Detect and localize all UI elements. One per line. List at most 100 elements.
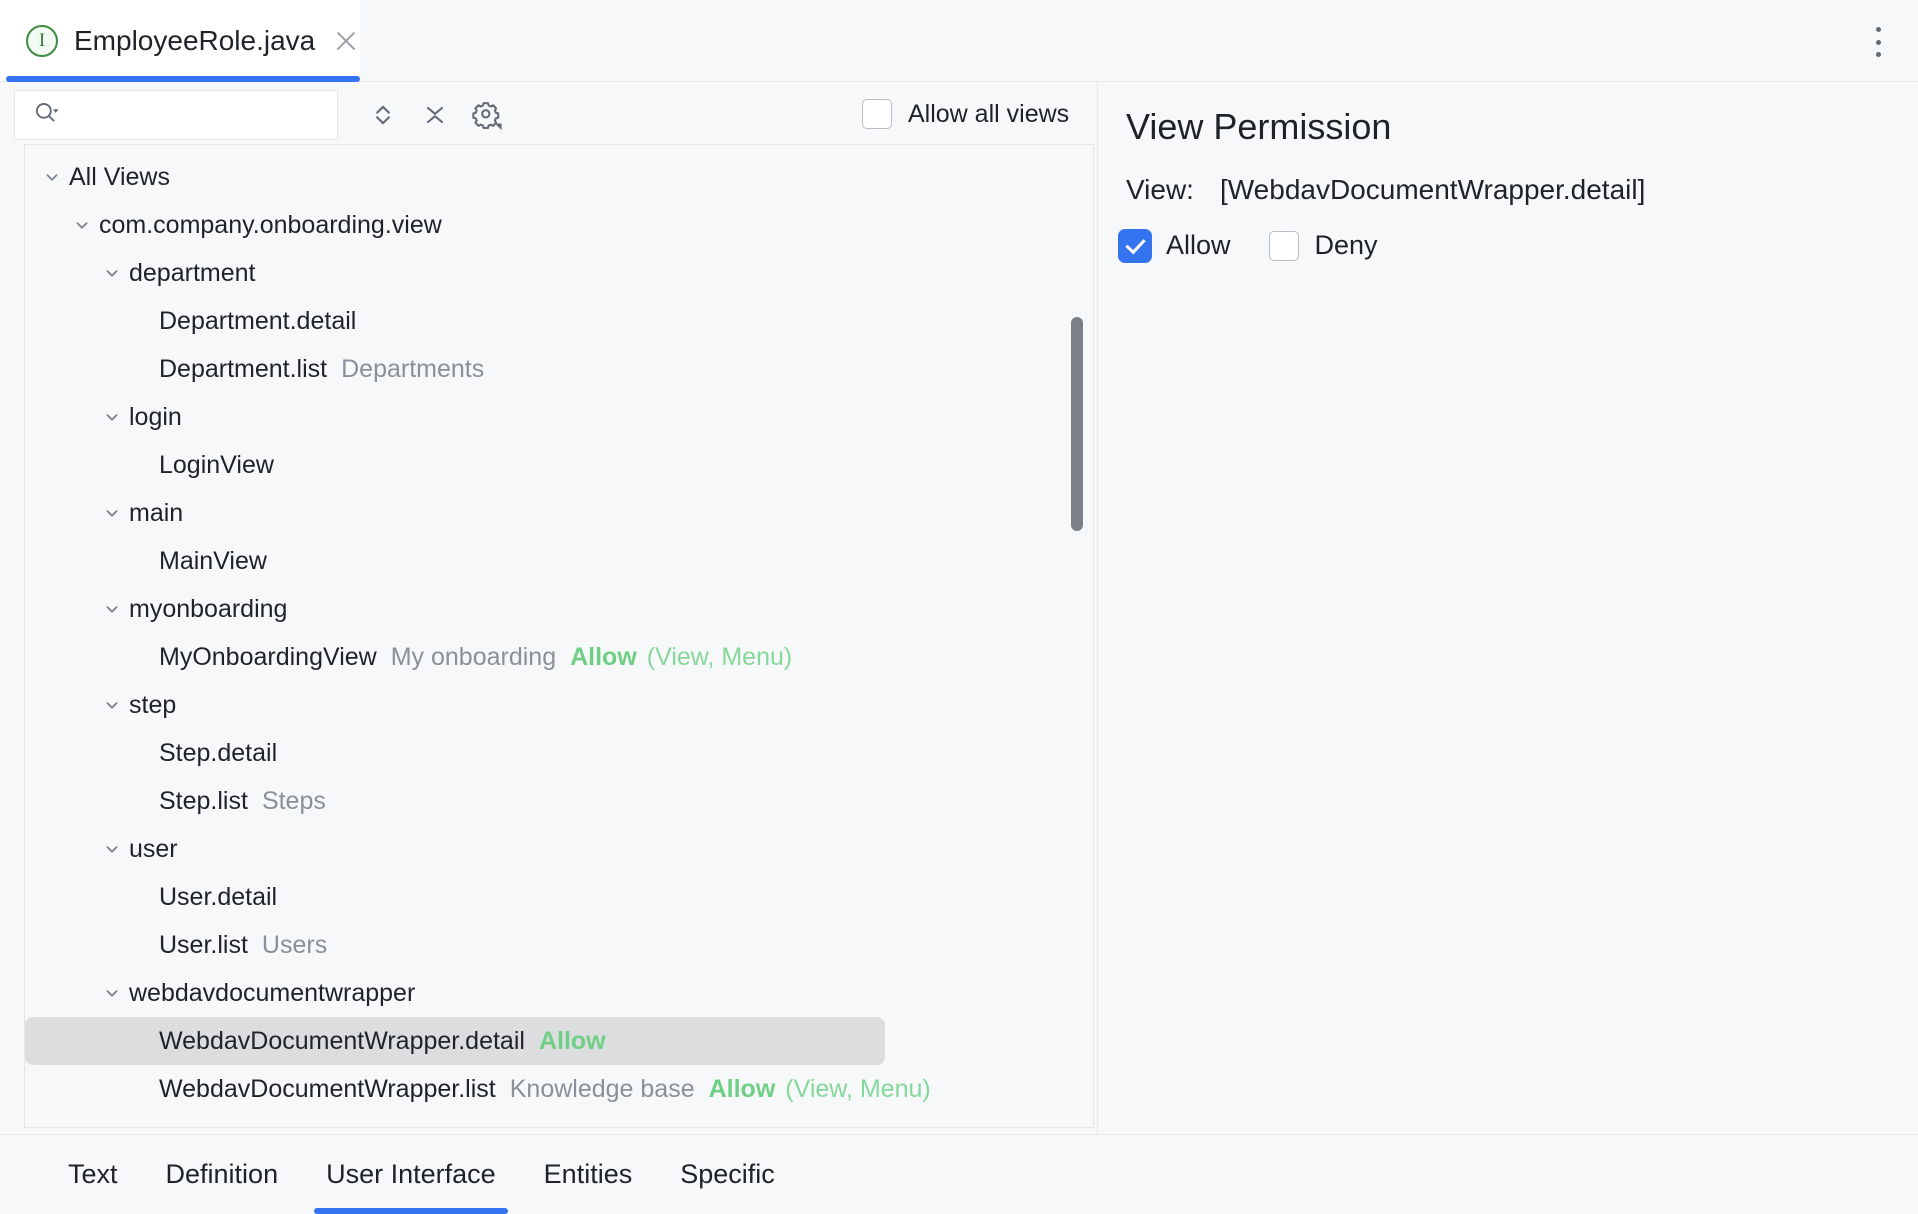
chevron-down-icon[interactable] [99,836,125,862]
tree-row-caption: Users [262,931,327,960]
tree-row-name: webdavdocumentwrapper [129,979,415,1008]
tab-definition[interactable]: Definition [142,1135,303,1214]
deny-checkbox-label: Deny [1315,230,1378,261]
allow-all-views-label: Allow all views [908,100,1069,129]
search-icon [33,100,59,131]
permission-radio-group: Allow Deny [1120,230,1378,261]
tree-row-permission: Allow [539,1027,606,1056]
tree-row[interactable]: myonboarding [25,585,1093,633]
tree-row-name: headerPropertyFilterLayout [99,1123,402,1129]
tree-scrollbar-thumb[interactable] [1071,317,1083,531]
tree-row[interactable]: User.detail [25,873,1093,921]
editor-tab-employeerole[interactable]: I EmployeeRole.java [0,0,360,81]
tree-row-selected[interactable]: WebdavDocumentWrapper.detail Allow [25,1017,885,1065]
tree-row[interactable]: step [25,681,1093,729]
tree-row-name: Step.detail [159,739,277,768]
tree-row[interactable]: Department.detail [25,297,1093,345]
tree-row-name: Department.detail [159,307,356,336]
tab-entities[interactable]: Entities [520,1135,657,1214]
tree-row-name: Step.list [159,787,248,816]
bottom-tab-bar: TextDefinitionUser InterfaceEntitiesSpec… [0,1134,1918,1214]
tree-row-name: com.company.onboarding.view [99,211,442,240]
tree-row-name: login [129,403,182,432]
view-row: View: [WebdavDocumentWrapper.detail] [1126,174,1645,206]
gear-icon[interactable] [462,90,512,140]
tree-row[interactable]: main [25,489,1093,537]
tree-row-name: step [129,691,176,720]
tree-row-name: LoginView [159,451,274,480]
tree-row-caption: Departments [341,355,484,384]
allow-all-views-checkbox[interactable]: Allow all views [862,99,1069,129]
tree-row-name: main [129,499,183,528]
tree-row-name: MyOnboardingView [159,643,377,672]
tree-row[interactable]: Step.list Steps [25,777,1093,825]
tree-row[interactable]: webdavdocumentwrapper [25,969,1093,1017]
tab-text[interactable]: Text [44,1135,142,1214]
tree-row-name: WebdavDocumentWrapper.detail [159,1027,525,1056]
tree-row[interactable]: All Views [25,153,1093,201]
tree-vertical-scrollbar[interactable] [1069,145,1085,1127]
tree-row[interactable]: User.list Users [25,921,1093,969]
tree-row-permission: Allow [570,643,637,672]
tree-row-name: Department.list [159,355,327,384]
deny-checkbox-box[interactable] [1269,231,1299,261]
chevron-down-icon[interactable] [99,404,125,430]
tree-row[interactable]: MyOnboardingView My onboarding Allow (View,… [25,633,1093,681]
tab-user-interface[interactable]: User Interface [302,1135,520,1214]
chevron-down-icon[interactable] [99,980,125,1006]
tree-row-name: MainView [159,547,267,576]
close-icon[interactable] [333,28,359,54]
tree-row-permission-targets: (View, Menu) [785,1075,930,1104]
tree-row-name: User.list [159,931,248,960]
tree-row[interactable]: MainView [25,537,1093,585]
search-input[interactable] [69,103,323,127]
tree-row[interactable]: department [25,249,1093,297]
tree-row-permission-targets: (View, Menu) [647,643,792,672]
tree-row-name: User.detail [159,883,277,912]
tree-row-name: department [129,259,255,288]
chevron-down-icon[interactable] [99,260,125,286]
java-interface-icon: I [26,25,58,57]
allow-all-views-box[interactable] [862,99,892,129]
tree-row[interactable]: login [25,393,1093,441]
tree-row-name: myonboarding [129,595,287,624]
tree-row-name: All Views [69,163,170,192]
editor-tab-strip: I EmployeeRole.java [0,0,1918,82]
tree-row-name: WebdavDocumentWrapper.list [159,1075,496,1104]
view-value: [WebdavDocumentWrapper.detail] [1220,174,1645,206]
deny-checkbox[interactable]: Deny [1269,230,1378,261]
allow-checkbox-label: Allow [1166,230,1231,261]
tree-row[interactable]: com.company.onboarding.view [25,201,1093,249]
chevron-down-icon[interactable] [69,212,95,238]
chevron-down-icon[interactable] [99,692,125,718]
tree-row-caption: Knowledge base [510,1075,695,1104]
allow-checkbox[interactable]: Allow [1120,230,1231,261]
tree-row[interactable]: WebdavDocumentWrapper.list Knowledge base… [25,1065,1093,1113]
kebab-menu-icon[interactable] [1862,24,1894,60]
allow-checkbox-box[interactable] [1120,231,1150,261]
tree-row[interactable]: headerPropertyFilterLayout [25,1113,1093,1128]
tree-row[interactable]: Step.detail [25,729,1093,777]
tree-row[interactable]: Department.list Departments [25,345,1093,393]
views-panel: Allow all views All Views com.company.onb… [0,82,1096,1134]
search-box[interactable] [14,90,338,140]
page-title: View Permission [1126,106,1391,148]
view-permission-panel: View Permission View: [WebdavDocumentWra… [1097,82,1918,1134]
tree-row[interactable]: user [25,825,1093,873]
tree-row-name: user [129,835,178,864]
expand-all-icon[interactable] [358,90,408,140]
views-tree-container: All Views com.company.onboarding.view depa… [24,144,1094,1128]
tree-row-caption: My onboarding [391,643,556,672]
tab-specific[interactable]: Specific [656,1135,799,1214]
tree-row[interactable]: LoginView [25,441,1093,489]
chevron-down-icon[interactable] [99,596,125,622]
collapse-all-icon[interactable] [410,90,460,140]
chevron-down-icon[interactable] [39,164,65,190]
tree-row-permission: Allow [709,1075,776,1104]
tree-row-caption: Steps [262,787,326,816]
views-tree[interactable]: All Views com.company.onboarding.view depa… [25,153,1093,1128]
view-label: View: [1126,174,1194,206]
chevron-down-icon[interactable] [99,500,125,526]
views-toolbar: Allow all views [0,82,1096,144]
editor-tab-title: EmployeeRole.java [74,25,315,57]
